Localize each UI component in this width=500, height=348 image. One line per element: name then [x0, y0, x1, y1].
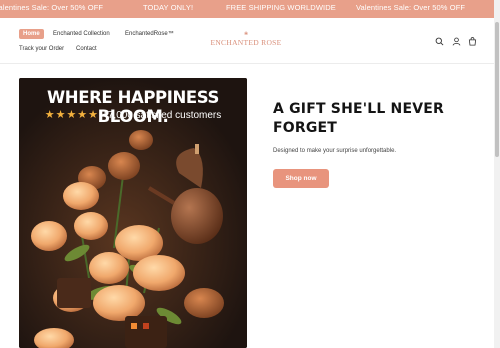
hero-image: WHERE HAPPINESS BLOOM. ★★★★★ +7,000 satis…: [19, 78, 247, 348]
page-scrollbar[interactable]: [494, 0, 500, 348]
nav-enchanted-rose[interactable]: EnchantedRose™: [125, 31, 174, 37]
logo-text: ENCHANTED ROSE: [210, 38, 282, 47]
cart-icon[interactable]: [468, 37, 477, 46]
announcement-message: FREE SHIPPING WORLDWIDE: [226, 3, 336, 12]
hero-subtitle: Designed to make your surprise unforgett…: [273, 148, 397, 154]
site-logo[interactable]: ❀ ENCHANTED ROSE: [208, 32, 284, 48]
rating-text: +7,000 satisfied customers: [102, 110, 222, 121]
shop-now-button[interactable]: Shop now: [273, 169, 329, 188]
hero-image-rating: ★★★★★ +7,000 satisfied customers: [19, 108, 247, 121]
nav-track-order[interactable]: Track your Order: [19, 46, 64, 52]
site-header: Home Enchanted Collection EnchantedRose™…: [0, 18, 494, 64]
announcement-bar: Valentines Sale: Over 50% OFF TODAY ONLY…: [0, 0, 500, 18]
scrollbar-thumb[interactable]: [495, 22, 499, 157]
announcement-message: TODAY ONLY!: [143, 3, 194, 12]
search-icon[interactable]: [435, 37, 444, 46]
nav-enchanted-collection[interactable]: Enchanted Collection: [53, 31, 110, 37]
announcement-message: Valentines Sale: Over 50% OFF: [356, 3, 466, 12]
account-icon[interactable]: [452, 37, 461, 46]
hero-title: A GIFT SHE'LL NEVER FORGET: [273, 101, 445, 136]
rose-logo-icon: ❀: [244, 32, 249, 37]
rating-stars-icon: ★★★★★: [44, 109, 100, 121]
nav-home[interactable]: Home: [19, 29, 44, 39]
announcement-message: Valentines Sale: Over 50% OFF: [0, 3, 104, 12]
nav-contact[interactable]: Contact: [76, 46, 97, 52]
